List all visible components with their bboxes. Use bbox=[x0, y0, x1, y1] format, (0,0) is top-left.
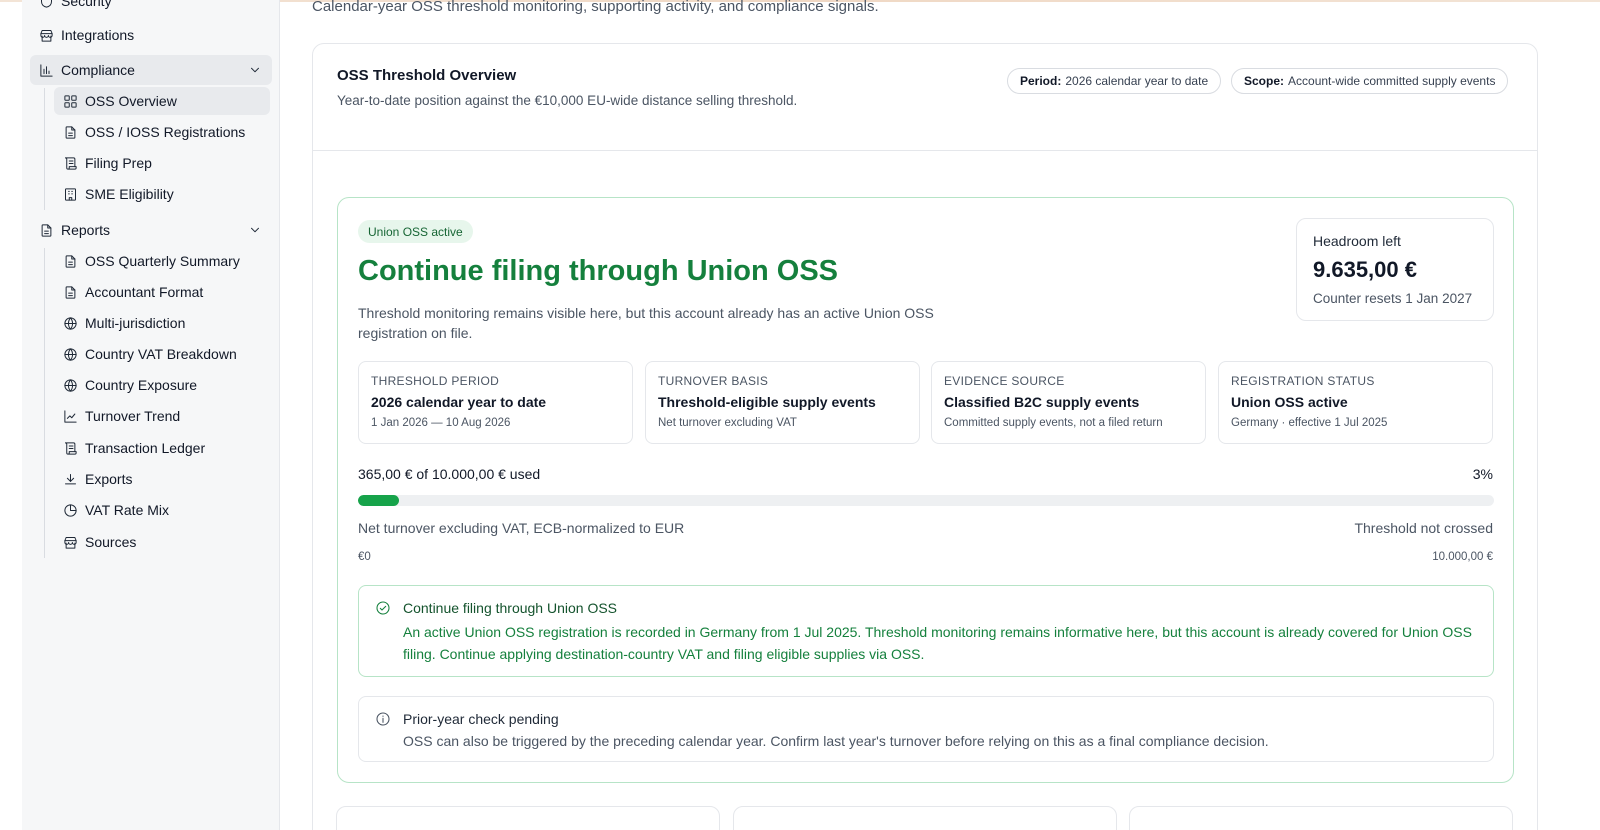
globe-icon bbox=[62, 346, 78, 362]
check-circle-icon bbox=[375, 600, 391, 616]
status-lead: Threshold monitoring remains visible her… bbox=[358, 305, 934, 341]
sidebar-item-integrations[interactable]: Integrations bbox=[30, 20, 272, 50]
summary-card bbox=[1129, 806, 1513, 830]
oss-threshold-overview-card: OSS Threshold Overview Year-to-date posi… bbox=[312, 43, 1538, 830]
usage-label: 365,00 € of 10.000,00 € used bbox=[358, 466, 541, 482]
shield-icon bbox=[38, 0, 54, 9]
sidebar-item-country-vat-breakdown[interactable]: Country VAT Breakdown bbox=[54, 340, 270, 368]
fact-registration-status: REGISTRATION STATUS Union OSS active Ger… bbox=[1218, 361, 1493, 444]
headroom-card: Headroom left 9.635,00 € Counter resets … bbox=[1296, 218, 1494, 321]
fact-evidence-source: EVIDENCE SOURCE Classified B2C supply ev… bbox=[931, 361, 1206, 444]
threshold-progress-bar bbox=[358, 495, 1494, 506]
overview-header: OSS Threshold Overview Year-to-date posi… bbox=[313, 44, 1537, 151]
chevron-down-icon[interactable] bbox=[248, 223, 262, 237]
period-pill: Period: 2026 calendar year to date bbox=[1007, 68, 1222, 94]
fact-turnover-basis: TURNOVER BASIS Threshold-eligible supply… bbox=[645, 361, 920, 444]
sidebar-item-sources[interactable]: Sources bbox=[54, 528, 270, 556]
sidebar-item-security[interactable]: Security bbox=[30, 0, 272, 16]
alert-prior-year-check: Prior-year check pending OSS can also be… bbox=[358, 696, 1494, 762]
file-text-icon bbox=[62, 124, 78, 140]
sidebar-item-registrations[interactable]: OSS / IOSS Registrations bbox=[54, 118, 270, 146]
info-icon bbox=[375, 711, 391, 727]
usage-percent: 3% bbox=[1472, 466, 1493, 482]
sidebar-item-turnover-trend[interactable]: Turnover Trend bbox=[54, 402, 270, 430]
overview-description: Year-to-date position against the €10,00… bbox=[337, 93, 798, 108]
summary-card bbox=[733, 806, 1117, 830]
oss-status-card: Union OSS active Continue filing through… bbox=[337, 197, 1514, 783]
layout-grid-icon bbox=[62, 93, 78, 109]
headroom-note: Counter resets 1 Jan 2027 bbox=[1313, 291, 1473, 306]
file-text-icon bbox=[62, 253, 78, 269]
scroll-icon bbox=[62, 155, 78, 171]
chevron-down-icon[interactable] bbox=[248, 63, 262, 77]
store-icon bbox=[62, 534, 78, 550]
sidebar-item-accountant-format[interactable]: Accountant Format bbox=[54, 278, 270, 306]
headroom-value: 9.635,00 € bbox=[1313, 257, 1417, 282]
sidebar-group-compliance[interactable]: Compliance bbox=[30, 55, 272, 85]
sidebar-group-reports[interactable]: Reports bbox=[30, 215, 272, 245]
scroll-icon bbox=[62, 440, 78, 456]
overview-title: OSS Threshold Overview bbox=[337, 67, 517, 84]
file-text-icon bbox=[38, 222, 54, 238]
sidebar-item-transaction-ledger[interactable]: Transaction Ledger bbox=[54, 434, 270, 462]
sidebar-item-filing-prep[interactable]: Filing Prep bbox=[54, 149, 270, 177]
globe-icon bbox=[62, 377, 78, 393]
sidebar-item-oss-quarterly-summary[interactable]: OSS Quarterly Summary bbox=[54, 247, 270, 275]
scale-max-label: 10.000,00 € bbox=[1432, 551, 1493, 563]
sidebar: Security Integrations Compliance OSS Ove… bbox=[22, 0, 280, 830]
threshold-progress-fill bbox=[358, 495, 400, 506]
globe-icon bbox=[62, 315, 78, 331]
scale-min-label: €0 bbox=[358, 551, 371, 563]
progress-status-label: Threshold not crossed bbox=[1354, 520, 1493, 536]
pie-chart-icon bbox=[62, 502, 78, 518]
sidebar-item-multi-jurisdiction[interactable]: Multi-jurisdiction bbox=[54, 309, 270, 337]
sidebar-item-vat-rate-mix[interactable]: VAT Rate Mix bbox=[54, 496, 270, 524]
fact-threshold-period: THRESHOLD PERIOD 2026 calendar year to d… bbox=[358, 361, 633, 444]
scope-pill: Scope: Account-wide committed supply eve… bbox=[1231, 68, 1509, 94]
headroom-label: Headroom left bbox=[1313, 233, 1401, 249]
tree-line bbox=[44, 248, 45, 558]
bar-chart-icon bbox=[38, 62, 54, 78]
sidebar-item-country-exposure[interactable]: Country Exposure bbox=[54, 371, 270, 399]
store-icon bbox=[38, 27, 54, 43]
file-text-icon bbox=[62, 284, 78, 300]
page-subtitle: Calendar-year OSS threshold monitoring, … bbox=[312, 0, 879, 15]
summary-card bbox=[336, 806, 720, 830]
alert-continue-filing: Continue filing through Union OSS An act… bbox=[358, 585, 1494, 677]
progress-basis-label: Net turnover excluding VAT, ECB-normaliz… bbox=[358, 520, 685, 536]
status-title: Continue filing through Union OSS bbox=[358, 255, 839, 287]
sidebar-item-exports[interactable]: Exports bbox=[54, 465, 270, 493]
sidebar-item-sme-eligibility[interactable]: SME Eligibility bbox=[54, 180, 270, 208]
line-chart-icon bbox=[62, 408, 78, 424]
sidebar-item-oss-overview[interactable]: OSS Overview bbox=[54, 87, 270, 115]
building-icon bbox=[62, 186, 78, 202]
status-badge: Union OSS active bbox=[358, 220, 473, 243]
download-icon bbox=[62, 471, 78, 487]
tree-line bbox=[44, 88, 45, 210]
